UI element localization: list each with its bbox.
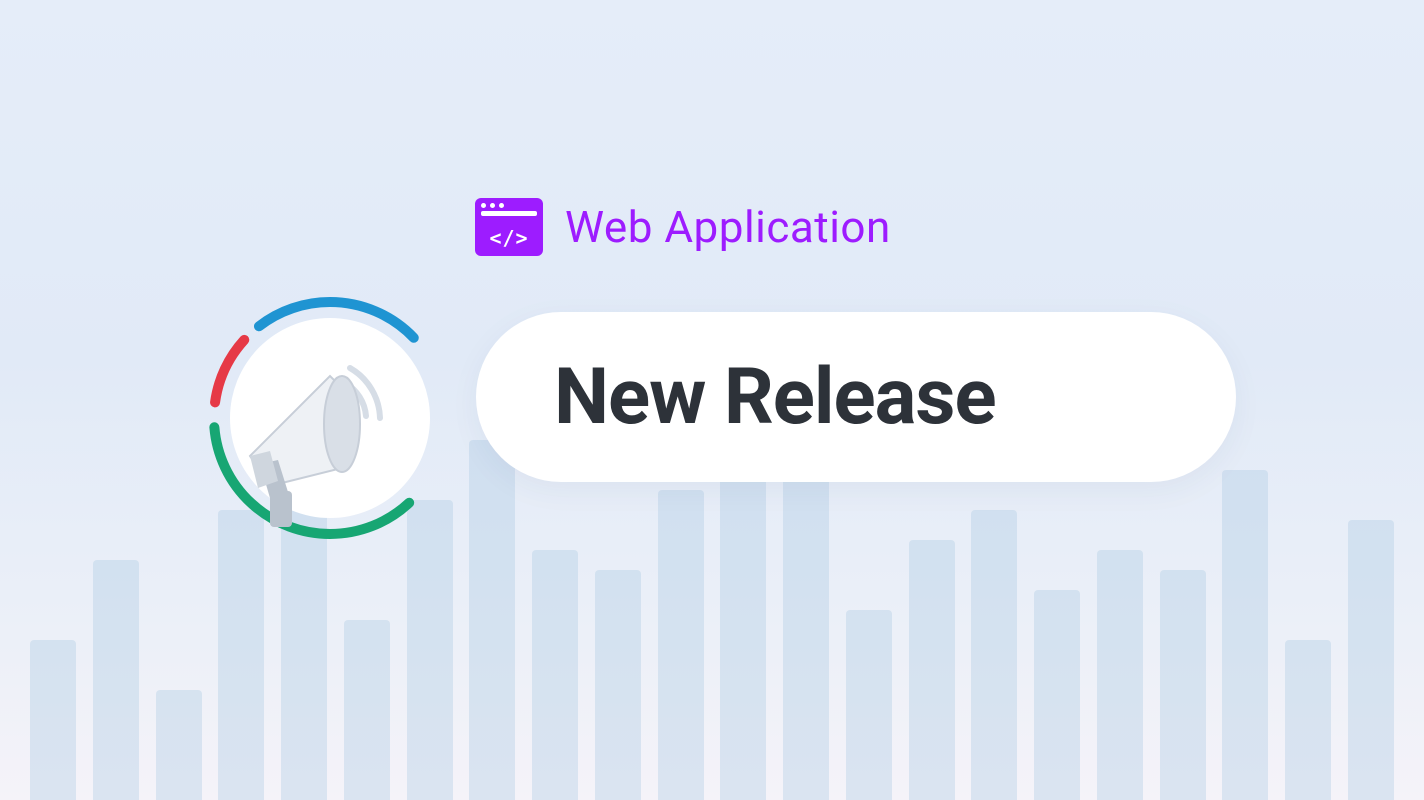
category-label: Web Application [565,201,891,253]
megaphone-graphic [200,288,460,548]
code-window-icon: </> [475,198,543,256]
headline-pill: New Release [476,312,1236,482]
headline-text: New Release [554,352,996,443]
category-row: </> Web Application [475,198,891,256]
